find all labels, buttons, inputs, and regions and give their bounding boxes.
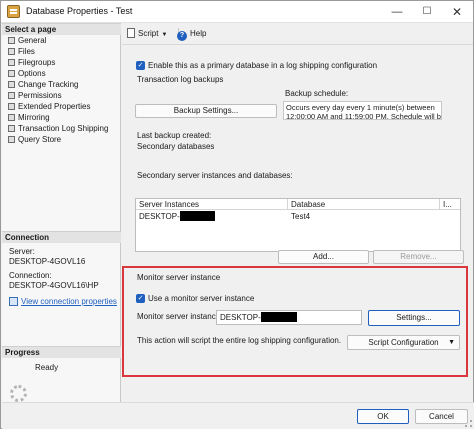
- select-page-header: Select a page: [2, 23, 121, 35]
- page-icon: [8, 59, 15, 66]
- window-title: Database Properties - Test: [26, 6, 133, 16]
- server-value: DESKTOP-4GOVL16: [9, 257, 86, 266]
- page-item-files[interactable]: Files: [8, 47, 35, 57]
- page-icon: [8, 37, 15, 44]
- monitor-instance-label: Monitor server instance:: [137, 312, 223, 321]
- script-label: Script: [138, 29, 159, 38]
- database-properties-window: Database Properties - Test — ☐ ✕ Select …: [0, 0, 474, 429]
- secondary-databases-grid[interactable]: Server Instances Database I... DESKTOP- …: [135, 198, 461, 252]
- database-cell: Test4: [291, 212, 311, 221]
- schedule-line-2: 12:00:00 AM and 11:59:00 PM. Schedule wi…: [286, 112, 442, 120]
- page-icon: [8, 48, 15, 55]
- resize-grip-icon[interactable]: [465, 420, 472, 427]
- page-icon: [8, 81, 15, 88]
- title-bar: Database Properties - Test — ☐ ✕: [1, 1, 473, 23]
- close-button[interactable]: ✕: [443, 1, 471, 23]
- page-item-change-tracking[interactable]: Change Tracking: [8, 80, 78, 90]
- page-item-transaction-log-shipping[interactable]: Transaction Log Shipping: [8, 124, 108, 134]
- page-item-label: Files: [18, 47, 35, 56]
- help-icon: ?: [177, 31, 187, 41]
- secondary-databases-label: Secondary databases: [137, 142, 215, 151]
- view-connection-properties-label: View connection properties: [21, 297, 117, 306]
- redaction-block: [260, 312, 297, 322]
- remove-button[interactable]: Remove...: [373, 250, 464, 264]
- progress-header: Progress: [2, 346, 121, 358]
- help-label: Help: [190, 29, 207, 38]
- page-item-query-store[interactable]: Query Store: [8, 135, 61, 145]
- page-item-label: Mirroring: [18, 113, 50, 122]
- use-monitor-checkbox[interactable]: ✓: [136, 294, 145, 303]
- page-item-label: General: [18, 36, 47, 45]
- toolbar: Script ▼ ? Help: [122, 23, 473, 45]
- page-item-general[interactable]: General: [8, 36, 46, 46]
- database-icon: [7, 5, 20, 18]
- column-header-database[interactable]: Database: [288, 199, 440, 210]
- page-item-label: Transaction Log Shipping: [18, 124, 109, 133]
- script-configuration-label: Script Configuration: [368, 338, 439, 347]
- page-icon: [8, 70, 15, 77]
- left-pane: Select a page General Files Filegroups O…: [2, 23, 121, 402]
- page-item-label: Filegroups: [18, 58, 56, 67]
- page-icon: [8, 114, 15, 121]
- column-header-extra[interactable]: I...: [440, 199, 460, 210]
- page-item-label: Query Store: [18, 135, 62, 144]
- table-row[interactable]: DESKTOP-: [136, 211, 215, 223]
- page-item-label: Permissions: [18, 91, 62, 100]
- monitor-instance-field[interactable]: DESKTOP-: [216, 310, 362, 325]
- grid-header: Server Instances Database I...: [136, 199, 460, 210]
- page-item-label: Change Tracking: [18, 80, 79, 89]
- help-button[interactable]: ? Help: [177, 28, 206, 41]
- main-pane: Script ▼ ? Help ✓ Enable this as a primary…: [122, 23, 473, 402]
- add-button[interactable]: Add...: [278, 250, 369, 264]
- cancel-button[interactable]: Cancel: [415, 409, 468, 424]
- use-monitor-label: Use a monitor server instance: [148, 294, 255, 303]
- page-icon: [8, 92, 15, 99]
- ok-button[interactable]: OK: [357, 409, 409, 424]
- page-item-label: Extended Properties: [18, 102, 91, 111]
- dialog-footer: OK Cancel: [2, 402, 474, 429]
- redaction-block: [179, 211, 215, 221]
- connection-value: DESKTOP-4GOVL16\HP: [9, 281, 99, 290]
- page-icon: [8, 103, 15, 110]
- page-item-options[interactable]: Options: [8, 69, 46, 79]
- minimize-button[interactable]: —: [383, 1, 411, 23]
- page-item-extended-properties[interactable]: Extended Properties: [8, 102, 91, 112]
- progress-spinner-icon: [10, 385, 27, 402]
- view-connection-properties-link[interactable]: View connection properties: [9, 297, 117, 307]
- secondary-instances-label: Secondary server instances and databases…: [137, 171, 293, 180]
- monitor-instance-value: DESKTOP-: [220, 313, 261, 322]
- chevron-down-icon: ▼: [448, 339, 455, 346]
- schedule-line-1: Occurs every day every 1 minute(s) betwe…: [286, 103, 435, 112]
- settings-button[interactable]: Settings...: [368, 310, 460, 326]
- server-label: Server:: [9, 247, 35, 256]
- page-item-filegroups[interactable]: Filegroups: [8, 58, 55, 68]
- column-header-server-instances[interactable]: Server Instances: [136, 199, 288, 210]
- backup-schedule-label: Backup schedule:: [285, 89, 349, 98]
- connection-properties-icon: [9, 297, 18, 306]
- page-item-mirroring[interactable]: Mirroring: [8, 113, 50, 123]
- maximize-button[interactable]: ☐: [413, 1, 441, 23]
- connection-header: Connection: [2, 231, 121, 243]
- page-item-label: Options: [18, 69, 46, 78]
- page-icon: [8, 125, 15, 132]
- script-note: This action will script the entire log s…: [137, 336, 342, 345]
- enable-primary-checkbox[interactable]: ✓: [136, 61, 145, 70]
- script-icon: [127, 28, 135, 38]
- page-icon: [8, 136, 15, 143]
- enable-primary-label: Enable this as a primary database in a l…: [148, 61, 378, 70]
- last-backup-label: Last backup created:: [137, 131, 212, 140]
- connection-label: Connection:: [9, 271, 52, 280]
- script-button[interactable]: Script ▼: [127, 28, 167, 41]
- page-item-permissions[interactable]: Permissions: [8, 91, 62, 101]
- backup-settings-button[interactable]: Backup Settings...: [135, 104, 277, 118]
- chevron-down-icon: ▼: [161, 32, 168, 38]
- progress-status: Ready: [35, 363, 59, 372]
- backup-schedule-text: Occurs every day every 1 minute(s) betwe…: [283, 101, 442, 120]
- transaction-log-backups-label: Transaction log backups: [137, 75, 224, 84]
- server-instance-cell: DESKTOP-: [139, 212, 180, 221]
- script-configuration-button[interactable]: Script Configuration ▼: [347, 335, 460, 350]
- monitor-section-label: Monitor server instance: [137, 273, 221, 282]
